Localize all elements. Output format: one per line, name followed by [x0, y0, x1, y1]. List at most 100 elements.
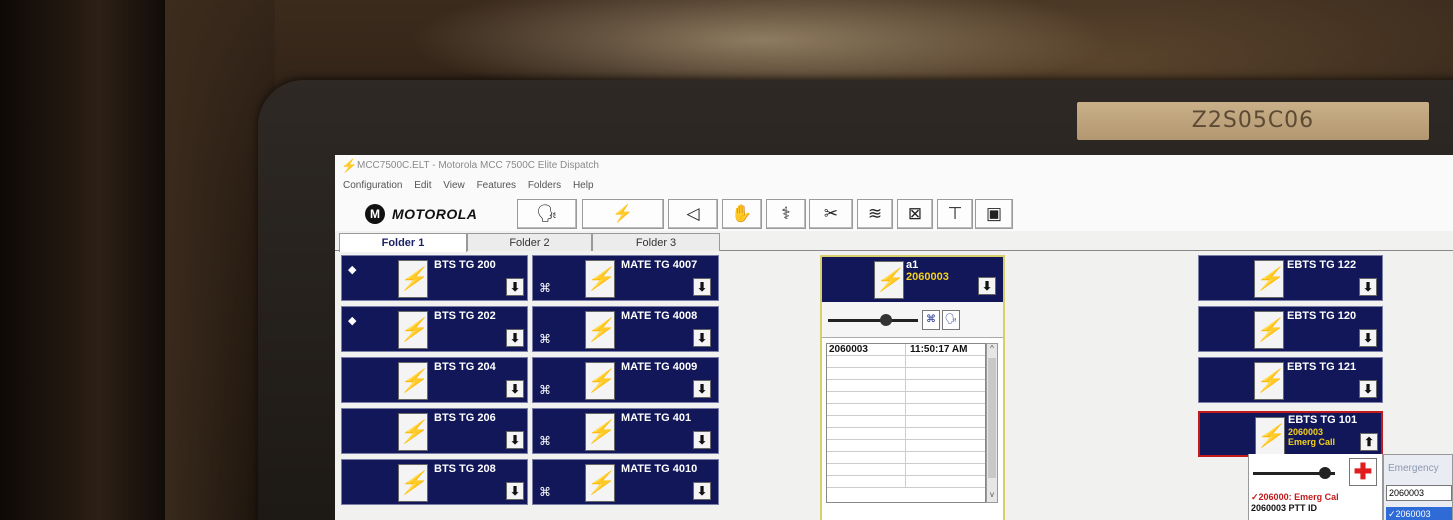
tab-folder-3[interactable]: Folder 3	[592, 233, 720, 251]
log-row[interactable]	[827, 380, 985, 392]
speaker-button[interactable]: ◁	[668, 199, 718, 229]
down-arrow-icon[interactable]: ⬇	[506, 431, 524, 449]
menu-help[interactable]: Help	[573, 180, 594, 191]
talkgroup-tile-bts-tg-200[interactable]: ◆ ⚡ BTS TG 200 ⬇	[341, 255, 528, 301]
stethoscope-button[interactable]: ⚕	[766, 199, 806, 229]
transmit-bolt-icon[interactable]: ⚡	[1254, 311, 1284, 349]
transmit-bolt-icon[interactable]: ⚡	[398, 464, 428, 502]
transmit-bolt-icon[interactable]: ⚡	[585, 464, 615, 502]
scroll-down-icon[interactable]: v	[987, 490, 997, 502]
patch-icon[interactable]: ⌘	[539, 281, 551, 295]
patch-icon[interactable]: ⌘	[539, 332, 551, 346]
activity-log[interactable]: 2060003 11:50:17 AM	[826, 343, 986, 503]
down-arrow-icon[interactable]: ⬇	[693, 380, 711, 398]
dispatch-screen: ⚡ MCC7500C.ELT - Motorola MCC 7500C Elit…	[335, 155, 1453, 520]
log-row[interactable]	[827, 464, 985, 476]
talkgroup-tile-ebts-tg-120[interactable]: ⚡ EBTS TG 120 ⬇	[1198, 306, 1383, 352]
transmit-bolt-icon[interactable]: ⚡	[398, 362, 428, 400]
transmit-bolt-icon[interactable]: ⚡	[1255, 417, 1285, 455]
scroll-up-icon[interactable]: ^	[987, 344, 997, 356]
down-arrow-icon[interactable]: ⬇	[506, 278, 524, 296]
clear-button[interactable]: ⊠	[897, 199, 933, 229]
transmit-bolt-icon[interactable]: ⚡	[585, 260, 615, 298]
menu-features[interactable]: Features	[477, 180, 516, 191]
select-diamond-icon[interactable]: ◆	[348, 314, 356, 327]
page-button[interactable]: ≋	[857, 199, 893, 229]
transmit-bolt-icon[interactable]: ⚡	[585, 362, 615, 400]
talkgroup-tile-mate-tg-4007[interactable]: ⌘ ⚡ MATE TG 4007 ⬇	[532, 255, 719, 301]
transmit-bolt-icon[interactable]: ⚡	[398, 260, 428, 298]
tab-folder-1[interactable]: Folder 1	[339, 233, 467, 252]
monitor-button[interactable]: ✋	[722, 199, 762, 229]
selected-talkgroup-tile[interactable]: ⚡ a1 2060003 ⬇	[822, 257, 1003, 302]
log-row[interactable]	[827, 476, 985, 488]
emergency-talkgroup-tile[interactable]: ⚡ EBTS TG 101 2060003 Emerg Call ⬆	[1198, 411, 1383, 457]
log-row[interactable]	[827, 452, 985, 464]
talkgroup-tile-mate-tg-4008[interactable]: ⌘ ⚡ MATE TG 4008 ⬇	[532, 306, 719, 352]
log-row[interactable]	[827, 416, 985, 428]
down-arrow-icon[interactable]: ⬇	[693, 329, 711, 347]
down-arrow-icon[interactable]: ⬇	[978, 277, 996, 295]
talkgroup-tile-mate-tg-401[interactable]: ⌘ ⚡ MATE TG 401 ⬇	[532, 408, 719, 454]
log-time	[906, 476, 985, 487]
intercom-icon[interactable]: 🗣	[942, 310, 960, 330]
talkgroup-tile-bts-tg-206[interactable]: ⚡ BTS TG 206 ⬇	[341, 408, 528, 454]
patch-icon[interactable]: ⌘	[539, 383, 551, 397]
transmit-bolt-icon[interactable]: ⚡	[398, 413, 428, 451]
talkgroup-tile-bts-tg-202[interactable]: ◆ ⚡ BTS TG 202 ⬇	[341, 306, 528, 352]
patch-icon[interactable]: ⌘	[539, 485, 551, 499]
tab-folder-2[interactable]: Folder 2	[467, 233, 592, 251]
transmit-bolt-icon[interactable]: ⚡	[585, 311, 615, 349]
select-diamond-icon[interactable]: ◆	[348, 263, 356, 276]
down-arrow-icon[interactable]: ⬇	[1359, 329, 1377, 347]
emergency-cross-icon[interactable]: ✚	[1349, 458, 1377, 486]
intercom-button[interactable]: 🗣	[517, 199, 577, 229]
emergency-volume-knob[interactable]	[1319, 467, 1331, 479]
transmit-bolt-icon[interactable]: ⚡	[585, 413, 615, 451]
transmit-bolt-icon[interactable]: ⚡	[1254, 362, 1284, 400]
transmit-bolt-icon[interactable]: ⚡	[1254, 260, 1284, 298]
log-row[interactable]	[827, 404, 985, 416]
log-row[interactable]	[827, 368, 985, 380]
patch-icon[interactable]: ⌘	[539, 434, 551, 448]
menu-folders[interactable]: Folders	[528, 180, 561, 191]
patch-disconnect-button[interactable]: ✂	[809, 199, 853, 229]
display-button[interactable]: ▣	[975, 199, 1013, 229]
menu-edit[interactable]: Edit	[414, 180, 431, 191]
transmit-bolt-icon[interactable]: ⚡	[398, 311, 428, 349]
down-arrow-icon[interactable]: ⬇	[506, 482, 524, 500]
patch-icon[interactable]: ⌘	[922, 310, 940, 330]
emergency-id-field[interactable]: 2060003	[1386, 485, 1452, 501]
down-arrow-icon[interactable]: ⬇	[1359, 380, 1377, 398]
talkgroup-tile-bts-tg-204[interactable]: ⚡ BTS TG 204 ⬇	[341, 357, 528, 403]
down-arrow-icon[interactable]: ⬇	[506, 380, 524, 398]
talkgroup-tile-mate-tg-4009[interactable]: ⌘ ⚡ MATE TG 4009 ⬇	[532, 357, 719, 403]
up-arrow-icon[interactable]: ⬆	[1360, 433, 1378, 451]
down-arrow-icon[interactable]: ⬇	[693, 431, 711, 449]
log-row[interactable]	[827, 440, 985, 452]
down-arrow-icon[interactable]: ⬇	[506, 329, 524, 347]
menu-view[interactable]: View	[443, 180, 465, 191]
log-row[interactable]: 2060003 11:50:17 AM	[827, 344, 985, 356]
emergency-id-selected[interactable]: ✓2060003	[1386, 507, 1452, 520]
scroll-thumb[interactable]	[988, 358, 996, 478]
menu-configuration[interactable]: Configuration	[343, 180, 402, 191]
down-arrow-icon[interactable]: ⬇	[693, 482, 711, 500]
activity-log-scrollbar[interactable]: ^ v	[986, 343, 998, 503]
talkgroup-tile-bts-tg-208[interactable]: ⚡ BTS TG 208 ⬇	[341, 459, 528, 505]
log-row[interactable]	[827, 392, 985, 404]
talkgroup-tile-ebts-tg-121[interactable]: ⚡ EBTS TG 121 ⬇	[1198, 357, 1383, 403]
volume-slider-knob[interactable]	[880, 314, 892, 326]
down-arrow-icon[interactable]: ⬇	[693, 278, 711, 296]
network-button[interactable]: ⊤	[937, 199, 973, 229]
transmit-bolt-icon[interactable]: ⚡	[874, 261, 904, 299]
transmit-button[interactable]: ⚡	[582, 199, 664, 229]
down-arrow-icon[interactable]: ⬇	[1359, 278, 1377, 296]
volume-slider-track[interactable]	[828, 319, 918, 322]
talkgroup-tile-ebts-tg-122[interactable]: ⚡ EBTS TG 122 ⬇	[1198, 255, 1383, 301]
selected-talkgroup-panel[interactable]: ⚡ a1 2060003 ⬇ ⌘ 🗣 2060003 11:50:17 AM ^ …	[820, 255, 1005, 520]
log-row[interactable]	[827, 428, 985, 440]
clear-icon: ⊠	[907, 204, 923, 223]
log-row[interactable]	[827, 356, 985, 368]
talkgroup-tile-mate-tg-4010[interactable]: ⌘ ⚡ MATE TG 4010 ⬇	[532, 459, 719, 505]
